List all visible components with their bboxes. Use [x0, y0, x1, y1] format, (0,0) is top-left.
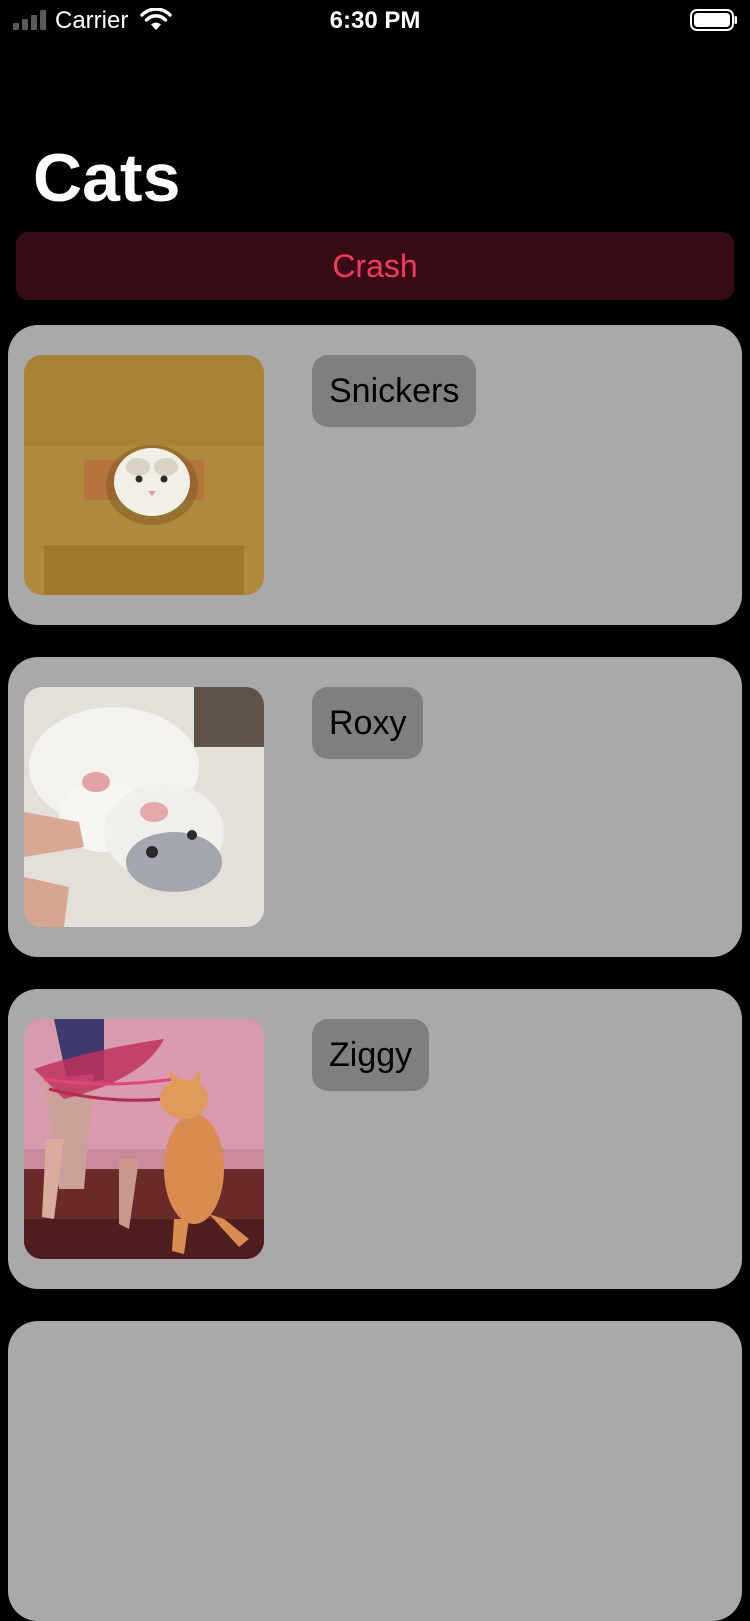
cat-card[interactable]: Roxy — [8, 657, 742, 957]
cat-card[interactable]: Ziggy — [8, 989, 742, 1289]
cat-list: Snickers Roxy Ziggy — [0, 0, 750, 1621]
cat-photo-ziggy — [24, 1019, 264, 1259]
cat-name: Snickers — [312, 355, 477, 427]
cat-photo-snickers — [24, 355, 264, 595]
cat-name: Ziggy — [312, 1019, 430, 1091]
cat-name: Roxy — [312, 687, 424, 759]
cat-photo-ziggy-image — [24, 1019, 264, 1259]
cat-photo-roxy-image — [24, 687, 264, 927]
cat-photo-roxy — [24, 687, 264, 927]
cat-card[interactable] — [8, 1321, 742, 1621]
cat-card[interactable]: Snickers — [8, 325, 742, 625]
cat-photo-snickers-image — [24, 355, 264, 595]
